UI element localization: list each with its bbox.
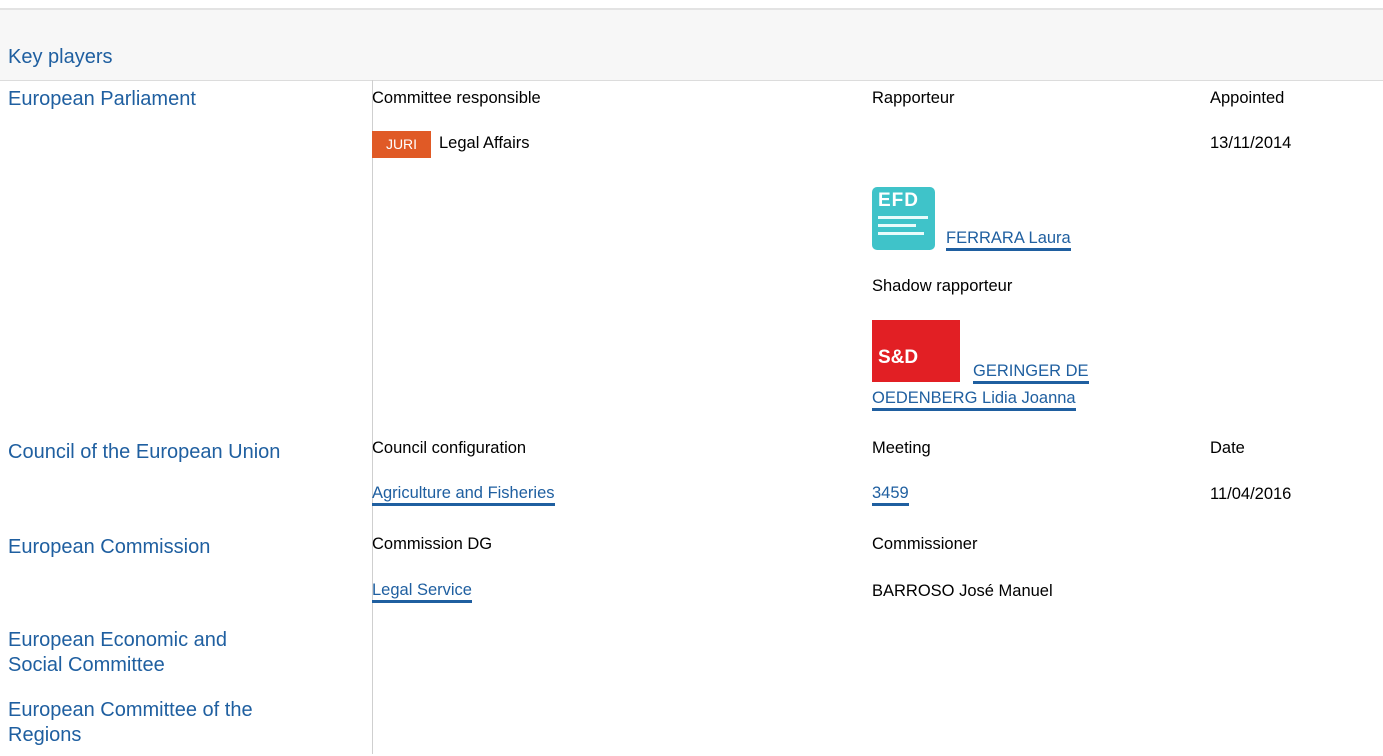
rapporteur-link[interactable]: FERRARA Laura xyxy=(946,229,1071,251)
key-players-header: Key players xyxy=(0,10,1383,81)
appointed-header: Appointed xyxy=(1210,89,1285,107)
institution-cor-line1[interactable]: European Committee of the xyxy=(8,698,253,723)
shadow-rapporteur-header: Shadow rapporteur xyxy=(872,277,1013,295)
committee-name: Legal Affairs xyxy=(439,134,530,152)
appointed-date: 13/11/2014 xyxy=(1210,134,1292,152)
commission-dg-wrap: Legal Service xyxy=(372,581,472,603)
shadow-link-line1-wrap: GERINGER DE xyxy=(973,362,1089,384)
council-configuration-header: Council configuration xyxy=(372,439,527,457)
institution-cor-line2[interactable]: Regions xyxy=(8,723,81,748)
institution-european-parliament[interactable]: European Parliament xyxy=(8,87,196,112)
committee-responsible-header: Committee responsible xyxy=(372,89,541,107)
council-configuration-wrap: Agriculture and Fisheries xyxy=(372,484,555,506)
institution-commission[interactable]: European Commission xyxy=(8,535,210,560)
shadow-link-line2-wrap: OEDENBERG Lidia Joanna xyxy=(872,389,1076,411)
commission-dg-link[interactable]: Legal Service xyxy=(372,581,472,603)
efd-group-logo: EFD xyxy=(872,187,935,250)
sd-group-logo: S&D xyxy=(872,320,960,382)
meeting-header: Meeting xyxy=(872,439,931,457)
section-title: Key players xyxy=(8,46,113,68)
date-header: Date xyxy=(1210,439,1245,457)
rapporteur-header: Rapporteur xyxy=(872,89,955,107)
rapporteur-link-wrap: FERRARA Laura xyxy=(946,229,1071,251)
institution-eesc-line1[interactable]: European Economic and xyxy=(8,628,227,653)
committee-badge-juri: JURI xyxy=(372,131,431,158)
council-date: 11/04/2016 xyxy=(1210,485,1292,503)
meeting-wrap: 3459 xyxy=(872,484,909,506)
institution-council[interactable]: Council of the European Union xyxy=(8,440,280,465)
commission-dg-header: Commission DG xyxy=(372,535,493,553)
institution-eesc-line2[interactable]: Social Committee xyxy=(8,653,165,678)
commissioner-header: Commissioner xyxy=(872,535,978,553)
shadow-rapporteur-link-line1[interactable]: GERINGER DE xyxy=(973,362,1089,384)
council-configuration-link[interactable]: Agriculture and Fisheries xyxy=(372,484,555,506)
column-divider xyxy=(372,80,373,754)
shadow-rapporteur-link-line2[interactable]: OEDENBERG Lidia Joanna xyxy=(872,389,1076,411)
commissioner-name: BARROSO José Manuel xyxy=(872,582,1053,600)
meeting-link[interactable]: 3459 xyxy=(872,484,909,506)
